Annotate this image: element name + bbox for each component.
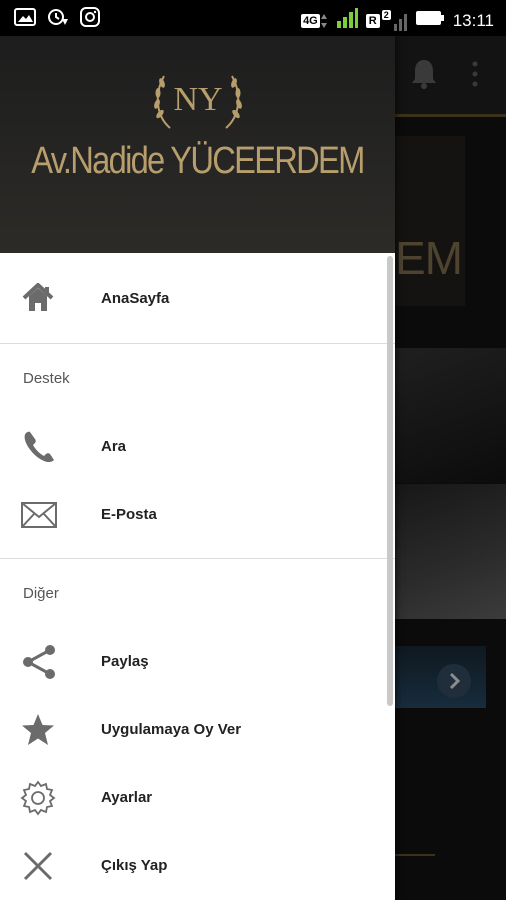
menu-item-rate-app[interactable]: Uygulamaya Oy Ver xyxy=(0,702,395,758)
mail-icon xyxy=(20,497,60,533)
menu-item-label: E-Posta xyxy=(101,506,157,523)
navigation-drawer: NY Av.Nadide YÜCEERDEM AnaSayfa Destek A… xyxy=(0,36,395,900)
section-title-support: Destek xyxy=(23,370,70,387)
drawer-header: NY Av.Nadide YÜCEERDEM xyxy=(0,36,395,253)
star-icon xyxy=(20,712,60,748)
divider xyxy=(0,558,395,559)
signal-icon xyxy=(336,7,358,34)
menu-item-label: Ayarlar xyxy=(101,789,153,806)
menu-item-label: Çıkış Yap xyxy=(101,857,168,874)
menu-item-label: Paylaş xyxy=(101,653,149,670)
menu-item-share[interactable]: Paylaş xyxy=(0,634,395,690)
menu-item-email[interactable]: E-Posta xyxy=(0,487,395,543)
menu-item-home[interactable]: AnaSayfa xyxy=(0,271,395,327)
scrim-overlay[interactable] xyxy=(395,36,506,900)
phone-icon xyxy=(20,429,60,465)
menu-item-label: Uygulamaya Oy Ver xyxy=(101,721,242,738)
gear-icon xyxy=(20,780,60,816)
instagram-icon xyxy=(80,7,100,32)
menu-item-logout[interactable]: Çıkış Yap xyxy=(0,838,395,894)
section-title-other: Diğer xyxy=(23,585,59,602)
clock: 13:11 xyxy=(452,10,494,30)
status-bar: 4G R 2 13:11 xyxy=(0,0,506,36)
sim-badge: R 2 xyxy=(365,9,407,32)
network-badge: 4G xyxy=(301,12,328,30)
image-icon xyxy=(14,8,36,31)
scrollbar[interactable] xyxy=(387,256,393,706)
share-icon xyxy=(20,644,60,680)
menu-item-settings[interactable]: Ayarlar xyxy=(0,770,395,826)
brand-title: Av.Nadide YÜCEERDEM xyxy=(31,140,365,182)
logo: NY xyxy=(148,66,248,141)
divider xyxy=(0,343,395,344)
logo-monogram: NY xyxy=(173,81,222,118)
close-icon xyxy=(20,848,60,884)
sync-icon xyxy=(47,7,69,32)
menu-item-label: AnaSayfa xyxy=(101,290,170,307)
home-icon xyxy=(20,281,60,317)
battery-icon xyxy=(415,9,445,32)
menu-item-call[interactable]: Ara xyxy=(0,419,395,475)
menu-item-label: Ara xyxy=(101,438,127,455)
